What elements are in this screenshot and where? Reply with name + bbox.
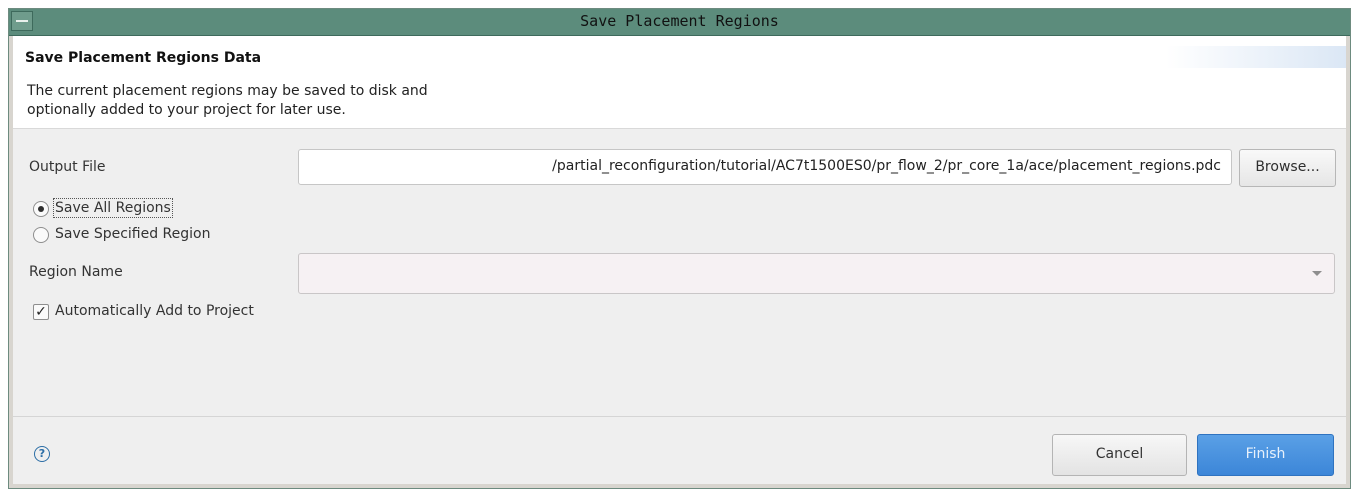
radio-label: Save Specified Region bbox=[55, 226, 211, 242]
chevron-down-icon[interactable] bbox=[1312, 271, 1322, 276]
output-file-label: Output File bbox=[29, 159, 106, 175]
footer-separator bbox=[13, 416, 1346, 417]
title-bar[interactable]: Save Placement Regions bbox=[9, 9, 1350, 36]
radio-button[interactable] bbox=[33, 227, 49, 243]
output-file-input[interactable]: /partial_reconfiguration/tutorial/AC7t15… bbox=[298, 149, 1232, 185]
checkbox-label: Automatically Add to Project bbox=[55, 303, 254, 319]
help-icon[interactable]: ? bbox=[34, 446, 50, 462]
window-title: Save Placement Regions bbox=[580, 12, 779, 30]
radio-label: Save All Regions bbox=[53, 198, 173, 218]
description-line-1: The current placement regions may be sav… bbox=[27, 83, 428, 99]
banner-decoration bbox=[1166, 46, 1346, 68]
radio-button[interactable] bbox=[33, 201, 49, 217]
description-line-2: optionally added to your project for lat… bbox=[27, 102, 346, 118]
finish-button[interactable]: Finish bbox=[1197, 434, 1334, 476]
dialog-body: Save Placement Regions Data The current … bbox=[13, 36, 1346, 484]
header-banner: Save Placement Regions Data The current … bbox=[13, 36, 1346, 129]
radio-selected-dot bbox=[38, 206, 44, 212]
dialog-window: Save Placement Regions Save Placement Re… bbox=[8, 8, 1351, 489]
banner-description: The current placement regions may be sav… bbox=[27, 82, 547, 120]
checkmark-icon[interactable]: ✓ bbox=[33, 304, 49, 320]
banner-title: Save Placement Regions Data bbox=[25, 50, 262, 66]
cancel-button[interactable]: Cancel bbox=[1052, 434, 1187, 476]
region-name-label: Region Name bbox=[29, 264, 123, 280]
region-name-dropdown[interactable] bbox=[298, 253, 1335, 294]
browse-button[interactable]: Browse... bbox=[1239, 149, 1336, 187]
